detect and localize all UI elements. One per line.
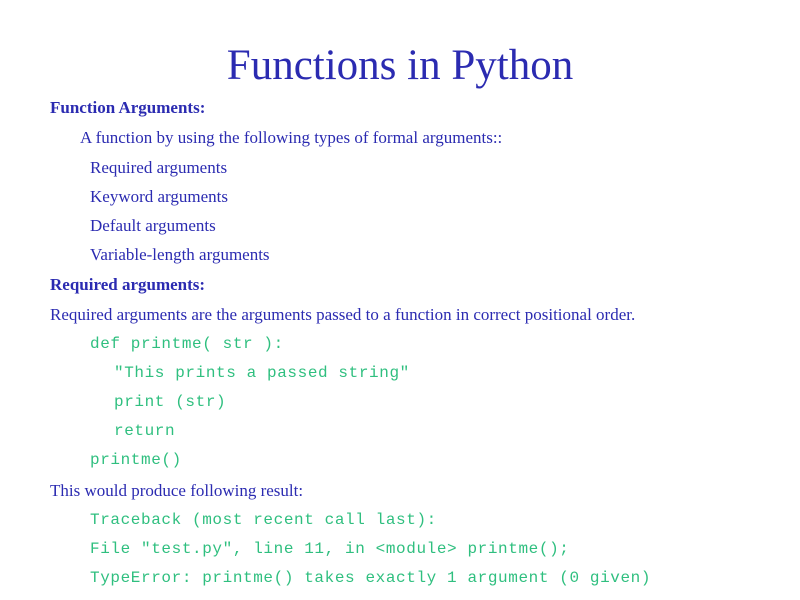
output-line-traceback: Traceback (most recent call last): — [90, 511, 437, 529]
argument-type-variable-length: Variable-length arguments — [90, 245, 270, 264]
output-line-file: File "test.py", line 11, in <module> pri… — [90, 540, 570, 558]
result-intro: This would produce following result: — [50, 481, 304, 500]
required-arguments-heading: Required arguments: — [50, 275, 206, 294]
slide: Functions in Python Function Arguments: … — [0, 0, 800, 600]
output-line-typeerror: TypeError: printme() takes exactly 1 arg… — [90, 569, 652, 587]
argument-type-required: Required arguments — [90, 158, 228, 177]
code-line-print: print (str) — [114, 393, 227, 411]
argument-type-default: Default arguments — [90, 216, 216, 235]
arguments-intro: A function by using the following types … — [80, 128, 503, 147]
slide-title: Functions in Python — [226, 42, 574, 89]
function-arguments-heading: Function Arguments: — [50, 98, 206, 117]
code-line-return: return — [114, 422, 176, 440]
argument-type-keyword: Keyword arguments — [90, 187, 229, 206]
code-line-def: def printme( str ): — [90, 335, 284, 353]
code-line-call: printme() — [90, 451, 182, 469]
required-arguments-description: Required arguments are the arguments pas… — [50, 305, 636, 324]
code-line-docstring: "This prints a passed string" — [114, 364, 410, 382]
